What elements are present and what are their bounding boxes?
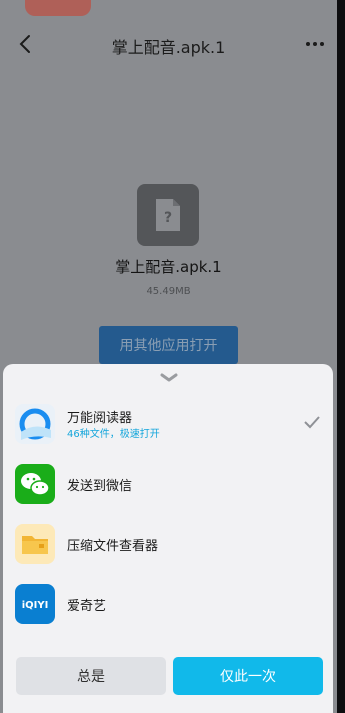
- app-chooser-sheet: 万能阅读器 46种文件，极速打开 发送到微信 压缩文件查看器 iQIYI 爱奇艺…: [3, 364, 333, 713]
- screen-edge: [337, 0, 345, 713]
- app-option-iqiyi[interactable]: iQIYI 爱奇艺: [3, 580, 333, 628]
- page-title: 掌上配音.apk.1: [111, 38, 226, 57]
- app-option-wechat[interactable]: 发送到微信: [3, 460, 333, 508]
- app-name: 爱奇艺: [67, 599, 107, 614]
- app-name: 发送到微信: [67, 479, 133, 494]
- checkmark-icon: [304, 416, 320, 429]
- file-size: 45.49MB: [146, 286, 191, 297]
- app-option-archive-viewer[interactable]: 压缩文件查看器: [3, 520, 333, 568]
- folder-icon: [15, 524, 55, 564]
- iqiyi-icon: iQIYI: [15, 584, 55, 624]
- app-option-reader[interactable]: 万能阅读器 46种文件，极速打开: [3, 400, 333, 448]
- wechat-icon: [15, 464, 55, 504]
- app-name: 压缩文件查看器: [67, 539, 159, 554]
- app-subtitle: 46种文件，极速打开: [67, 429, 160, 440]
- top-bar: 掌上配音.apk.1: [0, 24, 337, 64]
- unknown-file-icon: ?: [137, 184, 199, 246]
- just-once-button[interactable]: 仅此一次: [173, 657, 323, 695]
- iqiyi-logo-text: iQIYI: [22, 600, 49, 611]
- status-indicator: [25, 0, 91, 16]
- chevron-down-icon[interactable]: [158, 372, 180, 384]
- qq-browser-icon: [15, 404, 55, 444]
- more-icon[interactable]: [303, 32, 327, 56]
- open-with-other-app-button[interactable]: 用其他应用打开: [99, 326, 238, 364]
- file-name: 掌上配音.apk.1: [115, 258, 222, 276]
- always-button[interactable]: 总是: [16, 657, 166, 695]
- phone-screen: 掌上配音.apk.1 ? 掌上配音.apk.1 45.49MB 用其他应用打开: [0, 0, 345, 713]
- app-name: 万能阅读器: [67, 411, 133, 426]
- file-glyph: ?: [164, 210, 172, 226]
